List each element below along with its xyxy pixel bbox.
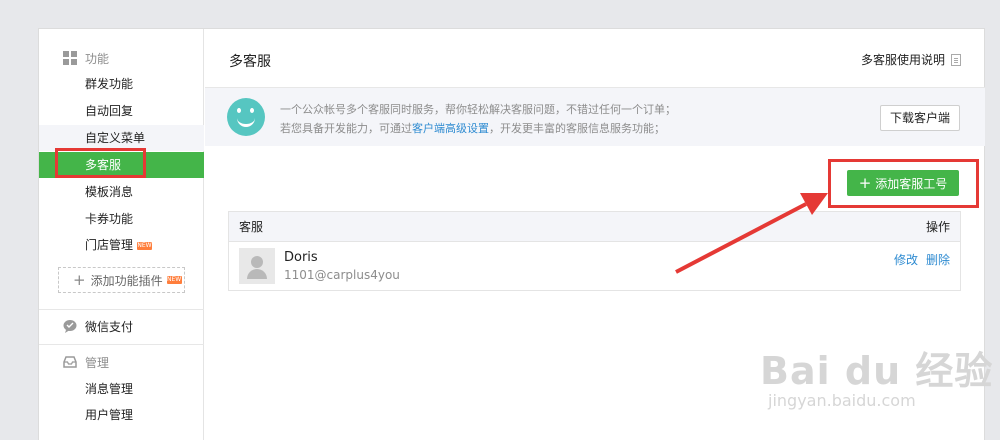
column-header-agent: 客服	[239, 220, 264, 234]
watermark: Bai du 经验 jingyan.baidu.com	[760, 349, 994, 410]
inbox-icon	[63, 355, 77, 369]
agent-table: 客服 操作 Doris 1101@carplus4you 修改 删除	[228, 211, 961, 291]
row-actions: 修改 删除	[886, 251, 950, 268]
table-row: Doris 1101@carplus4you 修改 删除	[229, 242, 960, 290]
column-header-ops: 操作	[925, 220, 950, 234]
sidebar-item-message-manage[interactable]: 消息管理	[39, 376, 204, 402]
sidebar-item-custom-menu[interactable]: 自定义菜单	[39, 125, 204, 151]
plus-icon: +	[858, 174, 872, 192]
grid-icon	[63, 51, 77, 65]
smile-icon	[227, 98, 265, 136]
new-badge: NEW	[137, 242, 153, 250]
sidebar-item-wechat-pay[interactable]: 微信支付	[63, 318, 133, 334]
table-header: 客服 操作	[229, 212, 960, 242]
add-plugin-button[interactable]: + 添加功能插件 NEW	[58, 267, 185, 293]
section-manage: 管理	[63, 354, 109, 370]
sidebar-item-user-manage[interactable]: 用户管理	[39, 402, 204, 428]
notice-banner: 一个公众帐号多个客服同时服务，帮你轻松解决客服问题，不错过任何一个订单； 若您具…	[205, 88, 985, 146]
add-agent-button[interactable]: + 添加客服工号	[847, 170, 959, 196]
delete-link[interactable]: 删除	[926, 253, 950, 267]
sidebar-item-store-manage[interactable]: 门店管理 NEW	[39, 232, 204, 258]
sidebar-item-template-message[interactable]: 模板消息	[39, 179, 204, 205]
avatar	[239, 248, 275, 284]
section-functions-label: 功能	[85, 51, 110, 66]
section-functions: 功能	[63, 50, 109, 66]
divider	[39, 309, 204, 310]
wechat-pay-icon	[63, 319, 77, 333]
agent-account: 1101@carplus4you	[284, 268, 400, 282]
document-icon	[951, 53, 961, 66]
plus-icon: +	[73, 271, 86, 289]
help-link[interactable]: 多客服使用说明	[861, 51, 961, 68]
divider	[39, 344, 204, 345]
advanced-settings-link[interactable]: 客户端高级设置	[412, 122, 489, 135]
notice-text: 一个公众帐号多个客服同时服务，帮你轻松解决客服问题，不错过任何一个订单； 若您具…	[280, 103, 676, 135]
sidebar-item-coupons[interactable]: 卡券功能	[39, 206, 204, 232]
sidebar-item-customer-service[interactable]: 多客服	[39, 152, 204, 178]
new-badge: NEW	[166, 276, 182, 284]
download-client-button[interactable]: 下载客户端	[880, 105, 960, 131]
sidebar-item-auto-reply[interactable]: 自动回复	[39, 98, 204, 124]
sidebar-item-mass-send[interactable]: 群发功能	[39, 71, 204, 97]
agent-name: Doris	[284, 250, 318, 265]
sidebar: 功能 群发功能 自动回复 自定义菜单 多客服 模板消息 卡券功能 门店管理 NEW…	[39, 29, 204, 440]
page-title: 多客服	[229, 54, 271, 70]
edit-link[interactable]: 修改	[894, 253, 918, 267]
